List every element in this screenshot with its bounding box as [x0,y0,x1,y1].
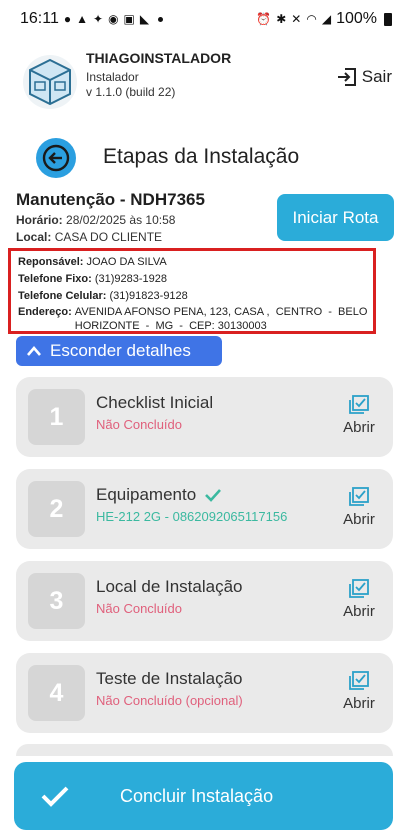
hide-details-button[interactable]: Esconder detalhes [16,336,222,366]
step-title: Local de Instalação [96,577,243,597]
checklist-icon [349,579,369,598]
alarm-icon: ⏰ [256,12,272,26]
responsible-row: Reponsável: JOAO DA SILVA [18,254,373,271]
mute-icon: ✕ [291,12,302,26]
arrow-left-icon [42,144,70,172]
battery-percent: 100% [336,10,377,27]
customer-details-box: Reponsável: JOAO DA SILVA Telefone Fixo:… [8,248,376,334]
step-number: 1 [28,389,85,445]
step-card-checklist[interactable]: 1 Checklist Inicial Não Concluído Abrir [16,377,393,457]
hide-details-label: Esconder detalhes [50,341,191,360]
step-title: Teste de Instalação [96,669,242,689]
checklist-icon [349,487,369,506]
finish-installation-label: Concluir Instalação [120,785,274,806]
address-value: AVENIDA AFONSO PENA, 123, CASA , CENTRO … [74,306,368,332]
cell-signal-icon: ◢ [321,12,332,26]
app-icon: ✦ [93,12,104,26]
location-row: Local: CASA DO CLIENTE [16,230,162,244]
location-label: Local: [16,230,52,244]
open-label: Abrir [343,419,375,436]
app-header: THIAGOINSTALADOR Instalador v 1.1.0 (bui… [0,40,410,120]
landline-row: Telefone Fixo: (31)9283-1928 [18,271,373,288]
schedule-row: Horário: 28/02/2025 às 10:58 [16,213,175,227]
step-title-text: Checklist Inicial [96,393,214,412]
responsible-value: JOAO DA SILVA [86,256,167,268]
logout-icon [337,68,356,86]
checklist-icon [349,395,369,414]
nav-icon: ▲ [76,12,88,26]
app-name: THIAGOINSTALADOR [86,50,232,66]
open-step-button[interactable]: Abrir [339,487,379,529]
step-title-text: Local de Instalação [96,577,243,596]
open-step-button[interactable]: Abrir [339,395,379,437]
chat-icon: ● [63,12,72,26]
finish-installation-button[interactable]: Concluir Instalação [14,762,393,830]
record-icon: ◉ [108,12,119,26]
wifi-icon: ◠ [306,12,317,26]
address-row: Endereço: AVENIDA AFONSO PENA, 123, CASA… [18,305,373,333]
step-number: 2 [28,481,85,537]
battery-icon [384,12,392,26]
chevron-up-icon [27,346,41,356]
open-step-button[interactable]: Abrir [339,579,379,621]
step-title-text: Equipamento [96,485,197,504]
app-version: v 1.1.0 (build 22) [86,85,176,99]
step-number: 3 [28,573,85,629]
step-status: Não Concluído [96,601,182,616]
next-step-card-edge [16,744,393,756]
logout-label: Sair [361,67,392,86]
open-label: Abrir [343,603,375,620]
step-number: 4 [28,665,85,721]
landline-label: Telefone Fixo: [18,273,92,285]
status-time: 16:11 [20,10,59,27]
back-button[interactable] [36,138,76,178]
check-icon [205,489,222,502]
step-status: Não Concluído (opcional) [96,693,243,708]
signal-app-icon: ◣ [139,12,150,26]
app-logo [23,55,77,109]
status-right: ⏰ ✱ ✕ ◠ ◢ 100% [256,10,392,28]
open-label: Abrir [343,511,375,528]
start-route-button[interactable]: Iniciar Rota [277,194,394,241]
address-label: Endereço: [18,306,72,318]
step-card-equipment[interactable]: 2 Equipamento HE-212 2G - 08620920651171… [16,469,393,549]
mobile-value: (31)91823-9128 [109,290,188,302]
service-title: Manutenção - NDH7365 [16,190,205,209]
step-status: HE-212 2G - 0862092065117156 [96,509,288,524]
landline-value: (31)9283-1928 [94,273,167,285]
mobile-row: Telefone Celular: (31)91823-9128 [18,288,373,305]
open-step-button[interactable]: Abrir [339,671,379,713]
step-title: Equipamento [96,485,222,505]
schedule-label: Horário: [16,213,63,227]
responsible-label: Reponsável: [18,256,84,268]
mobile-label: Telefone Celular: [18,290,107,302]
location-value: CASA DO CLIENTE [54,230,163,244]
open-label: Abrir [343,695,375,712]
step-title: Checklist Inicial [96,393,213,413]
step-card-installation-location[interactable]: 3 Local de Instalação Não Concluído Abri… [16,561,393,641]
checklist-icon [349,671,369,690]
step-status: Não Concluído [96,417,182,432]
app-subtitle: Instalador [86,70,139,84]
more-notifications-icon [158,16,164,22]
status-left: 16:11 ● ▲ ✦ ◉ ▣ ◣ [20,10,164,28]
check-icon [41,786,69,807]
page-title: Etapas da Instalação [103,145,300,168]
bluetooth-icon: ✱ [276,12,287,26]
linkedin-icon: ▣ [123,12,135,26]
step-card-installation-test[interactable]: 4 Teste de Instalação Não Concluído (opc… [16,653,393,733]
step-title-text: Teste de Instalação [96,669,243,688]
schedule-value: 28/02/2025 às 10:58 [66,213,176,227]
status-bar: 16:11 ● ▲ ✦ ◉ ▣ ◣ ⏰ ✱ ✕ ◠ ◢ 100% [0,0,410,38]
logout-button[interactable]: Sair [336,66,392,88]
